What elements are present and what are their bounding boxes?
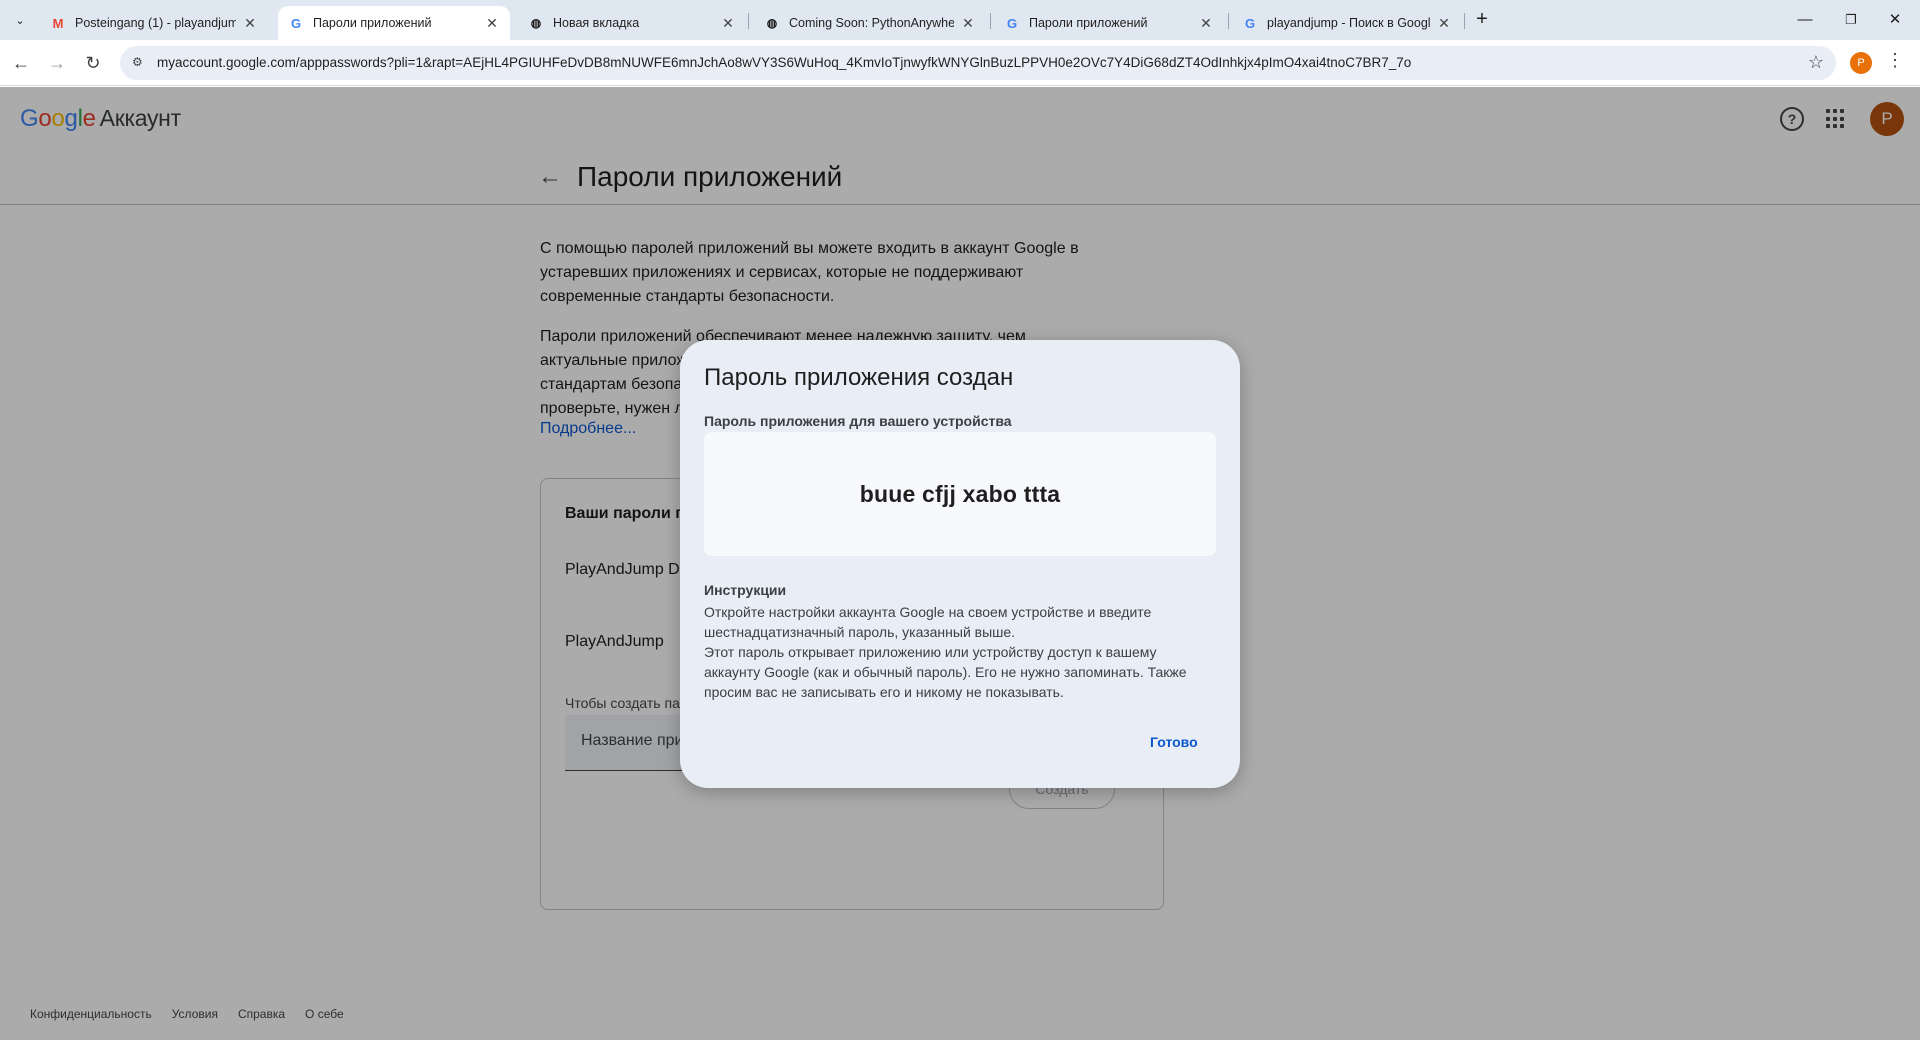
tab-separator [748, 13, 749, 29]
restore-icon[interactable]: ❐ [1836, 8, 1866, 32]
google-icon: G [290, 15, 302, 31]
browser-toolbar: ← → ↻ ⚙ myaccount.google.com/apppassword… [0, 40, 1920, 86]
minimize-icon[interactable]: — [1790, 8, 1820, 32]
url-text[interactable]: myaccount.google.com/apppasswords?pli=1&… [157, 55, 1411, 70]
tab-strip: ⌄ M Posteingang (1) - playandjump ✕ G Па… [0, 0, 1920, 40]
close-tab-icon[interactable]: ✕ [960, 15, 976, 32]
generated-password[interactable]: buue cfjj xabo ttta [860, 481, 1061, 508]
close-tab-icon[interactable]: ✕ [242, 15, 258, 32]
browser-profile-avatar[interactable]: P [1850, 52, 1872, 74]
gmail-icon: M [52, 15, 64, 31]
tab-title: Coming Soon: PythonAnywhere [789, 16, 954, 30]
close-tab-icon[interactable]: ✕ [1198, 15, 1214, 32]
instructions-heading: Инструкции [704, 582, 787, 598]
close-tab-icon[interactable]: ✕ [1436, 15, 1452, 32]
browser-menu-icon[interactable]: ⋮ [1886, 50, 1904, 71]
browser-tab-gmail[interactable]: M Posteingang (1) - playandjump ✕ [40, 6, 268, 40]
done-button[interactable]: Готово [1150, 734, 1198, 750]
tab-separator [1464, 13, 1465, 29]
browser-tab-pythonanywhere[interactable]: ◍ Coming Soon: PythonAnywhere ✕ [754, 6, 986, 40]
url-host: myaccount.google.com [157, 55, 296, 70]
google-icon: G [1006, 15, 1018, 31]
browser-tab-app-passwords[interactable]: G Пароли приложений ✕ [278, 6, 510, 40]
window-close-icon[interactable]: ✕ [1880, 8, 1910, 32]
reload-icon[interactable]: ↻ [80, 50, 106, 76]
tab-title: Пароли приложений [1029, 16, 1148, 30]
close-tab-icon[interactable]: ✕ [484, 15, 500, 32]
back-arrow-icon[interactable]: ← [8, 50, 34, 76]
tab-title: Posteingang (1) - playandjump [75, 16, 236, 30]
bookmark-star-icon[interactable]: ☆ [1808, 52, 1824, 73]
browser-tab-app-passwords-2[interactable]: G Пароли приложений ✕ [994, 6, 1224, 40]
globe-icon: ◍ [766, 16, 778, 30]
generated-password-box: buue cfjj xabo ttta [704, 432, 1216, 556]
tab-search-chevron-icon[interactable]: ⌄ [8, 9, 32, 31]
instructions-text-1: Откройте настройки аккаунта Google на св… [704, 604, 1152, 640]
url-path: /apppasswords?pli=1&rapt=AEjHL4PGIUHFeDv… [295, 55, 1412, 70]
tab-title: Пароли приложений [313, 16, 432, 30]
tab-title: playandjump - Поиск в Google [1267, 16, 1430, 30]
globe-icon: ◍ [530, 16, 542, 30]
forward-arrow-icon[interactable]: → [44, 50, 70, 76]
tab-title: Новая вкладка [553, 16, 640, 30]
address-bar[interactable]: ⚙ myaccount.google.com/apppasswords?pli=… [120, 46, 1836, 80]
tab-separator [1228, 13, 1229, 29]
new-tab-plus-icon[interactable]: + [1470, 8, 1494, 32]
app-password-created-dialog: Пароль приложения создан Пароль приложен… [680, 340, 1240, 788]
tab-separator [990, 13, 991, 29]
dialog-title: Пароль приложения создан [704, 364, 1014, 391]
password-label: Пароль приложения для вашего устройства [704, 413, 1012, 429]
instructions-text-2: Этот пароль открывает приложению или уст… [704, 644, 1187, 700]
google-icon: G [1244, 15, 1256, 31]
browser-tab-google-search[interactable]: G playandjump - Поиск в Google ✕ [1232, 6, 1462, 40]
browser-tab-new[interactable]: ◍ Новая вкладка ✕ [518, 6, 746, 40]
close-tab-icon[interactable]: ✕ [720, 15, 736, 32]
site-info-icon[interactable]: ⚙ [132, 55, 148, 71]
